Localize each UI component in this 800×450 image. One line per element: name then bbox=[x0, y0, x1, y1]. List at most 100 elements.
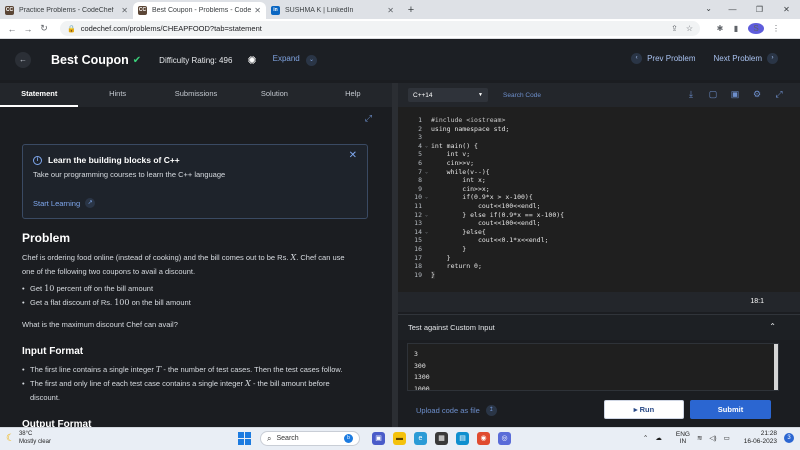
tab-help[interactable]: Help bbox=[314, 83, 392, 107]
start-learning-link[interactable]: Start Learning ↗ bbox=[33, 198, 357, 208]
tab-submissions[interactable]: Submissions bbox=[157, 83, 235, 107]
forward-arrow-icon[interactable]: → bbox=[20, 24, 36, 34]
windows-start-icon[interactable] bbox=[238, 432, 251, 445]
fullscreen-icon[interactable]: ⤢ bbox=[365, 113, 372, 124]
fullscreen-icon[interactable]: ⤢ bbox=[768, 89, 790, 100]
search-icon: ⌕ bbox=[267, 433, 272, 443]
tab-hints[interactable]: Hints bbox=[78, 83, 156, 107]
tab-label: Best Coupon - Problems - CodeChef bbox=[152, 7, 252, 14]
teams-icon[interactable]: ▣ bbox=[372, 432, 385, 445]
chrome-icon[interactable]: ◉ bbox=[477, 432, 490, 445]
notification-badge[interactable]: 3 bbox=[784, 433, 794, 443]
chevron-down-icon[interactable]: ⌄ bbox=[705, 4, 712, 13]
comment-icon[interactable]: ▢ bbox=[702, 89, 724, 100]
codechef-favicon-icon: CC bbox=[5, 6, 14, 15]
close-icon[interactable]: ✕ bbox=[254, 6, 261, 15]
browser-tab-best-coupon[interactable]: CC Best Coupon - Problems - CodeChef ✕ bbox=[133, 2, 266, 19]
code-editor[interactable]: 1 #include <iostream> 2 using namespace st… bbox=[398, 107, 800, 292]
fold-chevron-icon[interactable]: ⌄ bbox=[422, 193, 431, 202]
close-window-icon[interactable]: ✕ bbox=[773, 0, 800, 19]
list-item: The first line contains a single integer… bbox=[22, 363, 372, 377]
fold-chevron-icon[interactable]: ⌄ bbox=[422, 228, 431, 237]
edge-icon[interactable]: e bbox=[414, 432, 427, 445]
run-button[interactable]: ▸ Run bbox=[604, 400, 684, 419]
taskbar-search-input[interactable]: ⌕ Search b bbox=[260, 431, 360, 446]
save-icon[interactable]: ▣ bbox=[724, 89, 746, 100]
app-icon[interactable]: ▤ bbox=[456, 432, 469, 445]
input-line: 300 bbox=[414, 361, 426, 370]
window-controls: — ❐ ✕ bbox=[719, 0, 800, 19]
input-line: 1300 bbox=[414, 373, 430, 381]
input-line: 3 bbox=[414, 350, 418, 358]
cursor-position: 18:1 bbox=[750, 298, 764, 305]
run-label: Run bbox=[639, 405, 655, 414]
battery-icon[interactable]: ▭ bbox=[724, 434, 730, 442]
tab-statement[interactable]: Statement bbox=[0, 83, 79, 107]
settings-gear-icon[interactable]: ⚙ bbox=[746, 89, 768, 100]
menu-dots-icon[interactable]: ⋮ bbox=[768, 24, 784, 33]
cloud-icon[interactable]: ☁ bbox=[655, 434, 662, 442]
reload-icon[interactable]: ↻ bbox=[36, 23, 52, 34]
volume-icon[interactable]: ◁) bbox=[709, 434, 716, 442]
download-icon[interactable]: ⤓ bbox=[680, 89, 702, 100]
next-problem-button[interactable]: Next Problem › bbox=[714, 53, 778, 64]
problem-statement: Problem Chef is ordering food online (in… bbox=[22, 231, 372, 427]
close-icon[interactable]: ✕ bbox=[387, 6, 394, 15]
language-select[interactable]: C++14 ▼ bbox=[408, 88, 488, 102]
new-tab-icon[interactable]: + bbox=[403, 2, 419, 19]
store-icon[interactable]: ▦ bbox=[435, 432, 448, 445]
temperature: 38°C bbox=[18, 431, 33, 437]
search-code-link[interactable]: Search Code bbox=[503, 92, 541, 99]
statement-panel: ⤢ i Learn the building blocks of C++ Tak… bbox=[0, 107, 392, 427]
custom-input-header[interactable]: Test against Custom Input ⌃ bbox=[398, 314, 800, 340]
scrollbar[interactable] bbox=[774, 344, 778, 390]
fold-chevron-icon[interactable]: ⌄ bbox=[422, 142, 431, 151]
back-arrow-icon[interactable]: ← bbox=[15, 52, 31, 68]
custom-input-label: Test against Custom Input bbox=[408, 323, 495, 332]
profile-avatar[interactable]: S bbox=[748, 23, 764, 34]
tab-solution[interactable]: Solution bbox=[235, 83, 313, 107]
lock-icon[interactable]: 🔒 bbox=[67, 25, 76, 33]
extensions-icon[interactable]: ✱ bbox=[712, 24, 728, 33]
side-panel-icon[interactable]: ▮ bbox=[728, 24, 744, 33]
close-icon[interactable]: ✕ bbox=[349, 150, 357, 161]
share-icon[interactable]: ⇪ bbox=[671, 24, 678, 33]
chevron-up-icon[interactable]: ⌃ bbox=[769, 322, 776, 331]
browser-tab-linkedin[interactable]: in SUSHMA K | LinkedIn ✕ bbox=[266, 2, 399, 19]
expand-button[interactable]: Expand ⌄ bbox=[273, 54, 317, 66]
chevron-up-icon[interactable]: ⌃ bbox=[643, 434, 648, 442]
fold-chevron-icon[interactable]: ⌄ bbox=[422, 211, 431, 220]
prev-problem-button[interactable]: ‹ Prev Problem bbox=[631, 53, 696, 64]
input-format-list: The first line contains a single integer… bbox=[22, 363, 372, 405]
fold-chevron-icon[interactable]: ⌄ bbox=[422, 168, 431, 177]
external-link-icon: ↗ bbox=[85, 198, 96, 208]
theme-toggle-sun-icon[interactable]: ✺ bbox=[247, 54, 256, 67]
chevron-left-icon: ‹ bbox=[631, 53, 643, 64]
upload-code-link[interactable]: Upload code as file ↥ bbox=[416, 405, 497, 416]
submit-button[interactable]: Submit bbox=[690, 400, 771, 419]
language-indicator[interactable]: ENG IN bbox=[669, 431, 690, 445]
close-icon[interactable]: ✕ bbox=[121, 6, 128, 15]
back-arrow-icon[interactable]: ← bbox=[4, 24, 20, 34]
editor-toolbar: C++14 ▼ Search Code ⤓ ▢ ▣ ⚙ ⤢ bbox=[398, 83, 800, 107]
custom-input-field[interactable]: 3 300 1300 1000 bbox=[407, 343, 779, 391]
minimize-icon[interactable]: — bbox=[719, 0, 746, 19]
browser-tab-practice[interactable]: CC Practice Problems - CodeChef ✕ bbox=[0, 2, 133, 19]
code-line: 2 using namespace std; bbox=[418, 124, 510, 133]
difficulty-rating: Difficulty Rating: 496 bbox=[159, 55, 233, 65]
url-text: codechef.com/problems/CHEAPFOOD?tab=stat… bbox=[80, 24, 262, 33]
upload-icon: ↥ bbox=[485, 405, 497, 416]
weather-widget[interactable]: ☾ 38°C Mostly clear bbox=[6, 430, 51, 446]
url-field[interactable]: 🔒 codechef.com/problems/CHEAPFOOD?tab=st… bbox=[60, 21, 700, 36]
star-icon[interactable]: ☆ bbox=[686, 24, 693, 33]
file-explorer-icon[interactable]: ▬ bbox=[393, 432, 406, 445]
problem-heading: Problem bbox=[22, 231, 71, 245]
weather-moon-icon: ☾ bbox=[6, 432, 15, 444]
wifi-icon[interactable]: ≋ bbox=[697, 434, 702, 442]
codechef-favicon-icon: CC bbox=[138, 6, 147, 15]
clock[interactable]: 21:28 16-06-2023 bbox=[737, 430, 777, 446]
output-format-heading: Output Format bbox=[22, 419, 92, 427]
code-line: 15 cout<<0.1*x<<endl; bbox=[414, 236, 549, 245]
browser-icon[interactable]: ◎ bbox=[498, 432, 511, 445]
maximize-icon[interactable]: ❐ bbox=[746, 0, 773, 19]
